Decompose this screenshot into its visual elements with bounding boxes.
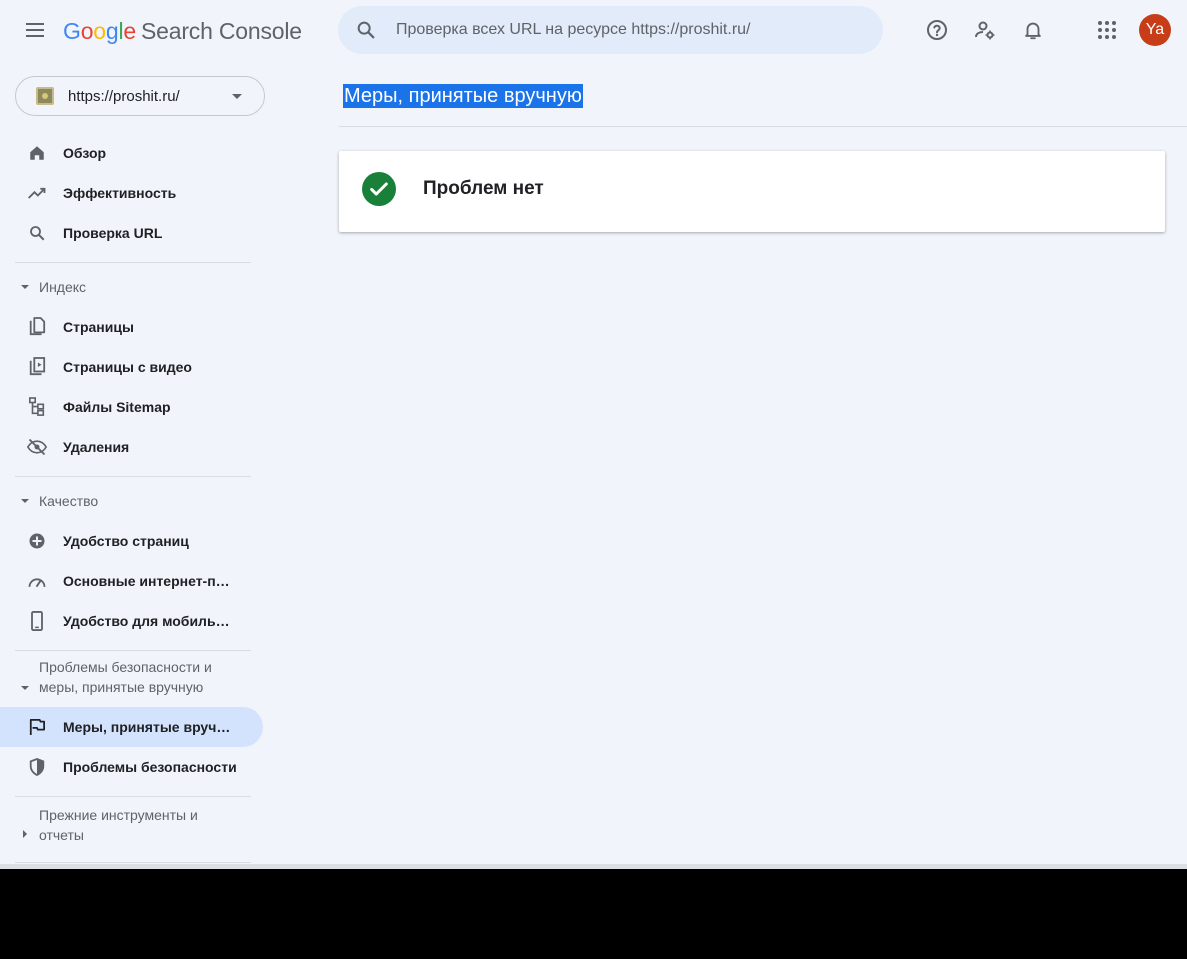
sidebar-item-sitemaps[interactable]: Файлы Sitemap [0,387,270,427]
search-input[interactable] [396,21,856,39]
sidebar-item-core-web-vitals[interactable]: Основные интернет-показатели [0,561,270,601]
horizontal-scrollbar[interactable] [0,864,1187,869]
status-text: Проблем нет [423,178,544,199]
url-inspection-search[interactable] [338,6,883,54]
sidebar-item-removals[interactable]: Удаления [0,427,270,467]
property-selector[interactable]: https://proshit.ru/ [15,76,265,116]
sidebar-item-overview[interactable]: Обзор [0,133,270,173]
shield-icon [27,757,47,777]
sidebar-item-page-experience[interactable]: Удобство страниц [0,521,270,561]
caret-right-icon [23,830,27,838]
section-security-manual-actions[interactable]: Проблемы безопасности и меры, принятые в… [0,651,270,707]
sidebar: Обзор Эффективность Проверка URL Индекс … [0,133,270,863]
site-favicon-icon [36,87,54,105]
product-name: Search Console [141,18,302,44]
home-icon [27,143,47,163]
manage-users-icon[interactable] [969,14,1001,46]
help-icon[interactable] [921,14,953,46]
caret-down-icon [21,285,29,289]
plus-circle-icon [27,531,47,551]
divider [15,862,251,863]
sidebar-item-security-issues[interactable]: Проблемы безопасности [0,747,270,787]
section-index[interactable]: Индекс [0,263,270,307]
title-divider [339,126,1187,127]
sitemap-icon [27,397,47,417]
sidebar-item-performance[interactable]: Эффективность [0,173,270,213]
sidebar-item-mobile-usability[interactable]: Удобство для мобильных устройств [0,601,270,641]
speedometer-icon [27,571,47,591]
menu-icon[interactable] [23,18,47,42]
apps-grid-icon[interactable] [1091,14,1123,46]
pages-icon [27,317,47,337]
section-quality[interactable]: Качество [0,477,270,521]
eye-off-icon [27,437,47,457]
google-search-console-logo[interactable]: Google Search Console [63,15,302,47]
search-icon [27,223,47,243]
caret-down-icon [21,499,29,503]
sidebar-item-url-inspection[interactable]: Проверка URL [0,213,270,253]
caret-down-icon [21,686,29,690]
sidebar-item-manual-actions[interactable]: Меры, принятые вручную [0,707,263,747]
sidebar-item-video-pages[interactable]: Страницы с видео [0,347,270,387]
sidebar-item-pages[interactable]: Страницы [0,307,270,347]
bell-icon[interactable] [1017,14,1049,46]
search-icon[interactable] [338,19,394,41]
search-console-app: GoogleSearch Console Ya https://proshit.… [0,0,1187,869]
video-pages-icon [27,357,47,377]
avatar[interactable]: Ya [1139,14,1171,46]
chevron-down-icon [232,94,242,99]
check-circle-icon [362,172,396,206]
trending-icon [27,183,47,203]
phone-icon [27,611,47,631]
flag-icon [27,717,47,737]
status-card: Проблем нет [339,151,1165,232]
page-title: Меры, принятые вручную [343,84,583,108]
property-label: https://proshit.ru/ [68,87,180,105]
section-legacy-tools[interactable]: Прежние инструменты и отчеты [0,797,270,853]
